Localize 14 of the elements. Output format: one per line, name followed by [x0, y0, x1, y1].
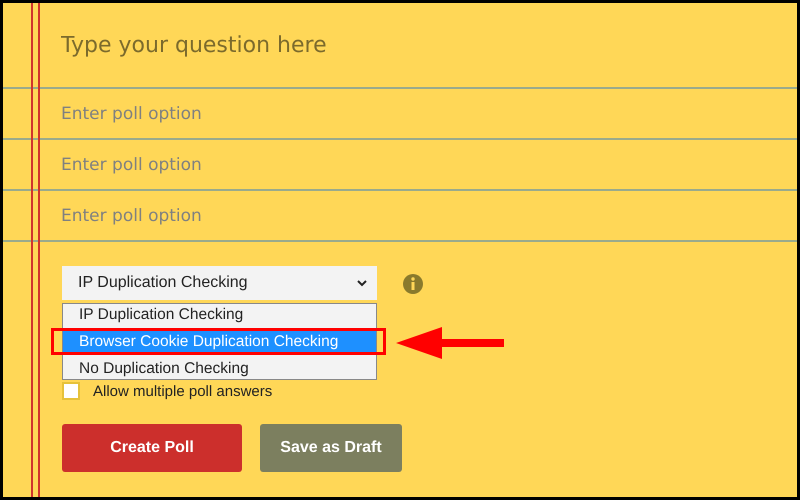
create-poll-button[interactable]: Create Poll: [62, 424, 242, 472]
dropdown-option[interactable]: IP Duplication Checking: [63, 304, 376, 325]
poll-option-field[interactable]: Enter poll option: [61, 206, 361, 226]
save-draft-button[interactable]: Save as Draft: [260, 424, 402, 472]
checkbox[interactable]: [62, 382, 80, 400]
duplication-select[interactable]: IP Duplication Checking: [62, 266, 377, 300]
poll-option-field[interactable]: Enter poll option: [61, 154, 361, 174]
chevron-down-icon: [357, 280, 367, 286]
poll-option-field[interactable]: Enter poll option: [61, 104, 361, 124]
arrow-icon: [396, 327, 504, 359]
dropdown-option[interactable]: No Duplication Checking: [63, 358, 376, 379]
checkbox-label: Allow multiple poll answers: [93, 382, 272, 400]
info-icon[interactable]: [403, 274, 423, 294]
question-field[interactable]: Type your question here: [61, 32, 481, 58]
